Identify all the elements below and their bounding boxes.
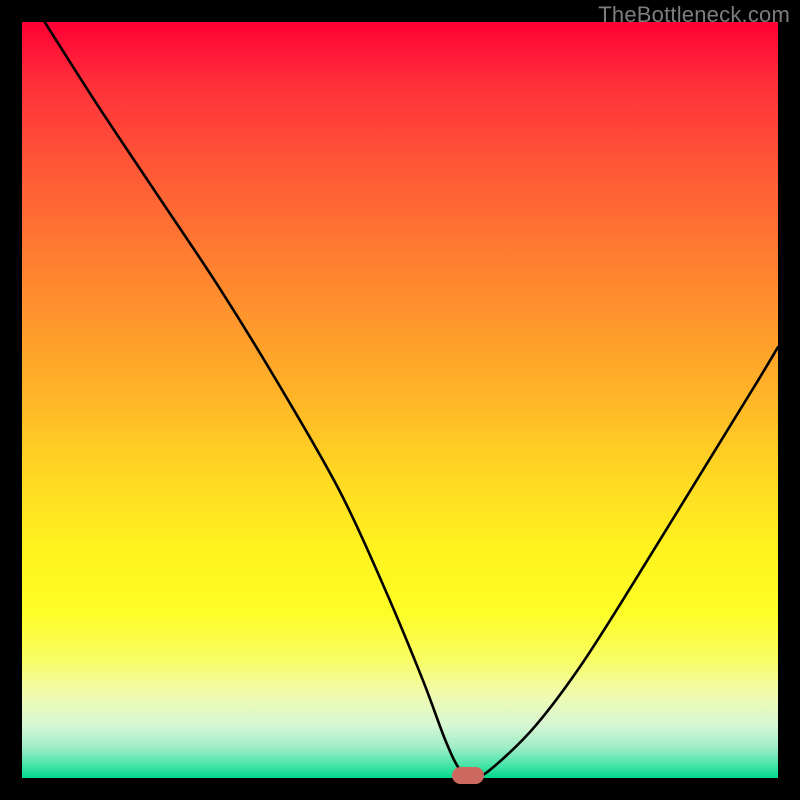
bottleneck-curve xyxy=(0,0,800,800)
chart-frame: TheBottleneck.com xyxy=(0,0,800,800)
optimum-marker xyxy=(452,767,484,784)
watermark-text: TheBottleneck.com xyxy=(598,2,790,28)
